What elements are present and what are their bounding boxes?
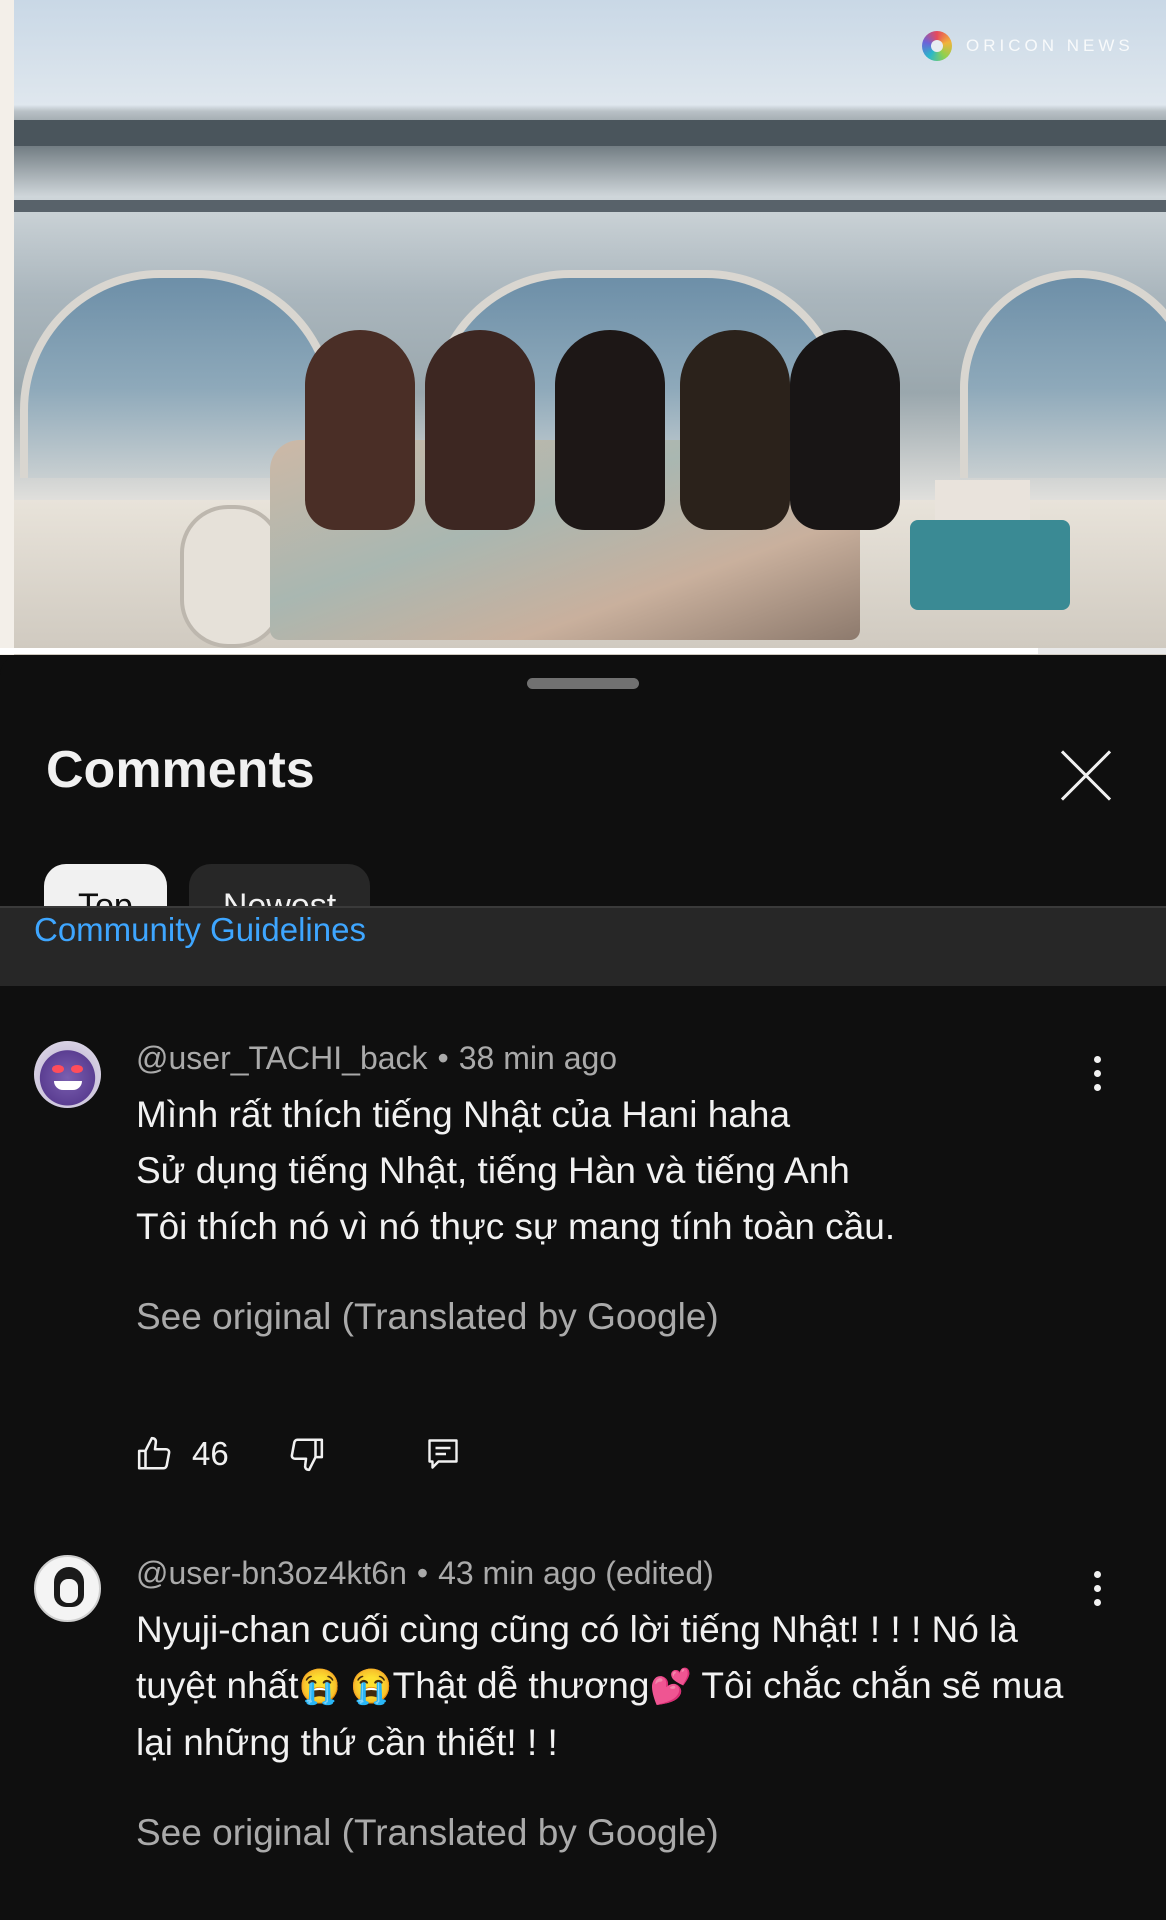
person-silhouette xyxy=(305,330,415,530)
see-original-link[interactable]: See original (Translated by Google) xyxy=(136,1812,719,1854)
avatar-grin xyxy=(54,1081,82,1090)
meta-separator: • xyxy=(437,1040,449,1076)
comment-text-part: Thật dễ thương xyxy=(392,1665,650,1706)
more-options-icon[interactable] xyxy=(1086,1052,1110,1096)
like-count: 46 xyxy=(192,1435,229,1472)
filter-chip-newest[interactable]: Newest xyxy=(188,864,371,906)
like-button[interactable]: 46 xyxy=(136,1435,229,1473)
sheet-title: Comments xyxy=(46,741,315,799)
comment-meta: @user-bn3oz4kt6n • 43 min ago (edited) xyxy=(136,1555,714,1592)
person-silhouette xyxy=(680,330,790,530)
video-player[interactable]: ORICON NEWS xyxy=(0,0,1166,655)
comment-text: Mình rất thích tiếng Nhật của Hani haha … xyxy=(136,1094,896,1247)
avatar[interactable] xyxy=(34,1555,101,1622)
round-bag xyxy=(180,505,283,648)
station-roof xyxy=(14,120,1166,146)
see-original-link[interactable]: See original (Translated by Google) xyxy=(136,1296,719,1338)
community-guidelines-link[interactable]: Community Guidelines xyxy=(34,911,366,949)
watermark: ORICON NEWS xyxy=(922,30,1134,62)
video-frame-edge xyxy=(0,0,14,655)
crying-emoji: 😭 😭 xyxy=(298,1668,393,1706)
avatar-face xyxy=(60,1579,78,1603)
reply-button[interactable] xyxy=(425,1435,461,1473)
filter-chip-top[interactable]: Top xyxy=(44,864,167,906)
avatar-eye xyxy=(71,1065,83,1073)
comment-actions: 46 xyxy=(136,1432,461,1476)
video-progress-bar[interactable] xyxy=(0,648,1166,654)
more-options-icon[interactable] xyxy=(1086,1567,1110,1611)
person-silhouette xyxy=(555,330,665,530)
reply-comment-icon xyxy=(428,1439,458,1469)
thumbs-up-icon xyxy=(137,1436,171,1470)
station-window xyxy=(960,270,1166,478)
person-silhouette xyxy=(425,330,535,530)
comment-meta: @user_TACHI_back • 38 min ago xyxy=(136,1040,617,1077)
filter-chips: Top Newest xyxy=(44,864,371,906)
close-icon[interactable] xyxy=(1058,748,1114,804)
comment-time: 38 min ago xyxy=(458,1040,618,1076)
watermark-text: ORICON NEWS xyxy=(966,36,1134,55)
teal-suitcase xyxy=(910,520,1070,610)
video-progress-fill xyxy=(0,648,1038,654)
comment-time: 43 min ago (edited) xyxy=(438,1555,714,1591)
thumbs-down-icon xyxy=(290,1438,323,1472)
avatar-eye xyxy=(52,1065,64,1073)
dislike-button[interactable] xyxy=(287,1435,325,1473)
oricon-flower-logo-icon xyxy=(922,31,952,61)
meta-separator: • xyxy=(416,1555,429,1591)
two-hearts-emoji: 💕 xyxy=(649,1668,692,1706)
comment-text: Nyuji-chan cuối cùng cũng có lời tiếng N… xyxy=(136,1602,1076,1771)
sheet-drag-handle[interactable] xyxy=(527,678,639,689)
station-beam xyxy=(14,200,1166,212)
avatar[interactable] xyxy=(34,1041,101,1108)
stacked-books xyxy=(935,480,1030,525)
person-silhouette xyxy=(790,330,900,530)
comment-author[interactable]: @user-bn3oz4kt6n xyxy=(136,1555,407,1591)
comment-author[interactable]: @user_TACHI_back xyxy=(136,1040,428,1076)
